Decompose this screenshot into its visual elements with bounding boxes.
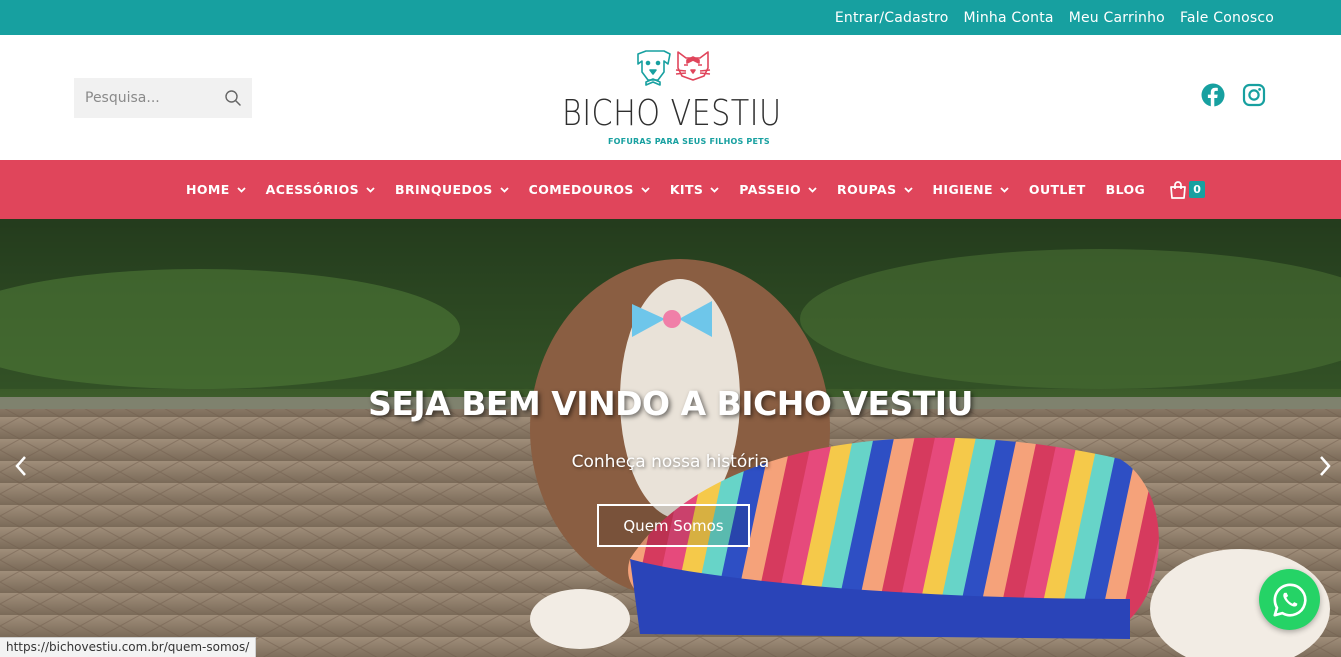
nav-item-outlet[interactable]: OUTLET: [1029, 182, 1086, 197]
search-input[interactable]: [74, 79, 214, 117]
nav-item-roupas[interactable]: ROUPAS: [837, 182, 913, 197]
nav-item-blog[interactable]: BLOG: [1106, 182, 1146, 197]
nav-item-brinquedos[interactable]: BRINQUEDOS: [395, 182, 509, 197]
nav-item-label: HIGIENE: [932, 182, 993, 197]
nav-item-label: COMEDOUROS: [528, 182, 634, 197]
nav-item-comedouros[interactable]: COMEDOUROS: [529, 182, 650, 197]
hero-title: SEJA BEM VINDO A BICHO VESTIU: [368, 384, 973, 423]
hero-slider: SEJA BEM VINDO A BICHO VESTIU Conheça no…: [0, 219, 1341, 657]
nav-list: HOME ACESSÓRIOS BRINQUEDOS COMEDOUROS KI…: [186, 160, 1205, 219]
nav-item-label: BRINQUEDOS: [395, 182, 493, 197]
search-icon[interactable]: [224, 89, 242, 107]
browser-status-url: https://bichovestiu.com.br/quem-somos/: [0, 637, 257, 657]
chevron-down-icon: [710, 186, 719, 193]
site-header: BICHO VESTIU FOFURAS PARA SEUS FILHOS PE…: [0, 35, 1341, 160]
about-us-button[interactable]: Quem Somos: [597, 504, 750, 547]
cart-count-badge: 0: [1189, 181, 1205, 198]
cart-button[interactable]: 0: [1168, 180, 1205, 200]
chevron-down-icon: [808, 186, 817, 193]
site-logo[interactable]: BICHO VESTIU FOFURAS PARA SEUS FILHOS PE…: [562, 48, 786, 151]
chevron-down-icon: [237, 186, 246, 193]
slider-next-arrow-icon[interactable]: [1318, 455, 1332, 477]
nav-item-label: HOME: [186, 182, 230, 197]
logo-brand-text: BICHO VESTIU: [562, 93, 782, 134]
facebook-icon[interactable]: [1201, 83, 1225, 107]
nav-item-higiene[interactable]: HIGIENE: [933, 182, 1009, 197]
nav-item-label: KITS: [669, 182, 704, 197]
nav-item-kits[interactable]: KITS: [670, 182, 719, 197]
nav-item-label: PASSEIO: [739, 182, 802, 197]
top-links: Entrar/Cadastro Minha Conta Meu Carrinho…: [835, 0, 1274, 35]
dog-cat-logo-icon: [637, 50, 711, 86]
my-account-link[interactable]: Minha Conta: [963, 10, 1053, 26]
whatsapp-icon: [1272, 582, 1307, 617]
nav-item-acessorios[interactable]: ACESSÓRIOS: [266, 182, 375, 197]
chevron-down-icon: [641, 186, 650, 193]
main-nav: HOME ACESSÓRIOS BRINQUEDOS COMEDOUROS KI…: [0, 160, 1341, 219]
nav-item-label: ROUPAS: [837, 182, 897, 197]
my-cart-link[interactable]: Meu Carrinho: [1069, 10, 1165, 26]
hero-subtitle: Conheça nossa história: [571, 452, 770, 472]
shopping-bag-icon: [1170, 180, 1187, 199]
chevron-down-icon: [903, 186, 913, 193]
chevron-down-icon: [366, 186, 375, 193]
slider-prev-arrow-icon[interactable]: [14, 455, 28, 477]
top-bar: Entrar/Cadastro Minha Conta Meu Carrinho…: [0, 0, 1341, 35]
chevron-down-icon: [500, 186, 509, 193]
logo-tagline: FOFURAS PARA SEUS FILHOS PETS: [608, 137, 770, 146]
chevron-down-icon: [1000, 186, 1009, 193]
nav-item-passeio[interactable]: PASSEIO: [739, 182, 817, 197]
nav-item-label: OUTLET: [1028, 182, 1086, 197]
whatsapp-chat-button[interactable]: [1259, 569, 1320, 630]
search-box: [74, 78, 252, 118]
nav-item-home[interactable]: HOME: [186, 182, 246, 197]
login-register-link[interactable]: Entrar/Cadastro: [835, 10, 949, 26]
instagram-icon[interactable]: [1242, 83, 1266, 107]
contact-link[interactable]: Fale Conosco: [1180, 10, 1274, 26]
nav-item-label: ACESSÓRIOS: [265, 182, 360, 197]
nav-item-label: BLOG: [1105, 182, 1146, 197]
hero-background-image: [0, 219, 1341, 657]
